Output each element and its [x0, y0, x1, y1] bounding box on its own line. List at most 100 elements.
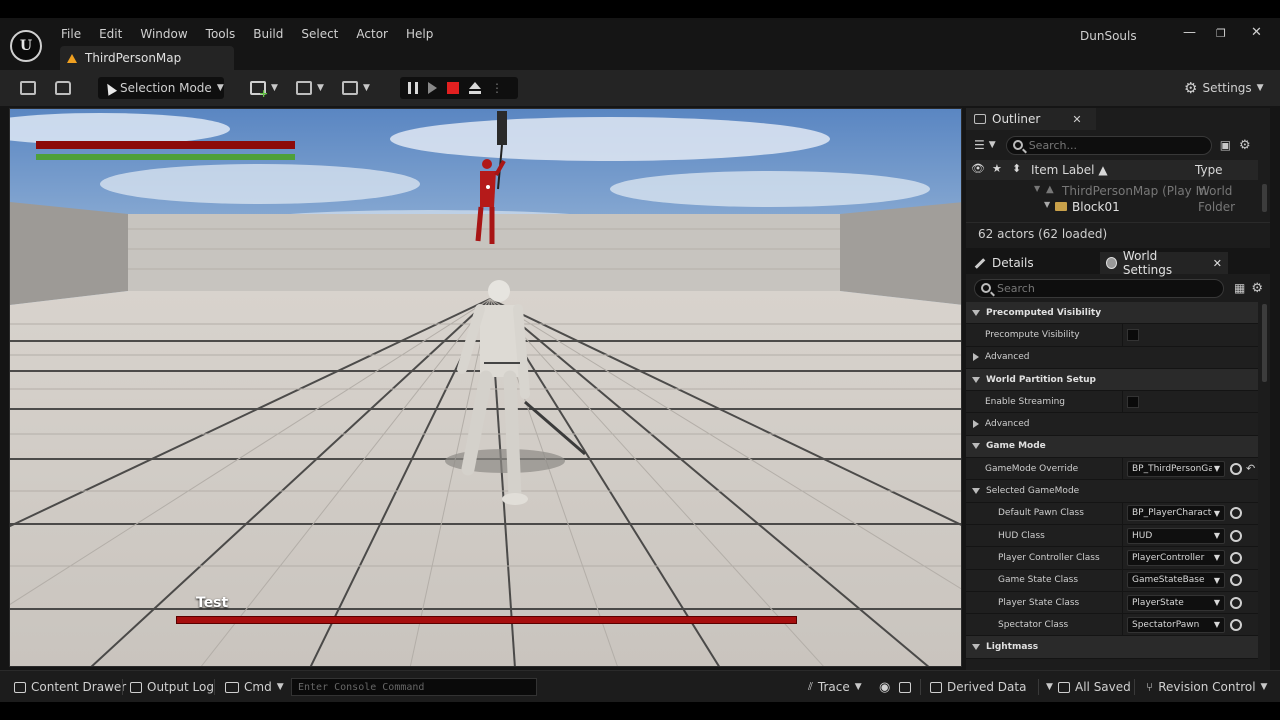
eye-icon[interactable]: 👁 — [971, 162, 985, 175]
hud-class-dropdown[interactable]: HUD ▼ — [1127, 527, 1225, 544]
expand-arrow-icon[interactable] — [972, 376, 980, 383]
map-tab[interactable]: ThirdPersonMap — [60, 46, 234, 70]
screenshot-button[interactable] — [899, 677, 911, 697]
all-saved-button[interactable]: All Saved — [1058, 677, 1131, 697]
selected-gamemode-row[interactable]: Selected GameMode — [966, 480, 1258, 503]
settings-button[interactable]: ⚙ Settings ▼ — [1184, 77, 1264, 99]
section-lightmass[interactable]: Lightmass — [966, 636, 1258, 659]
browse-asset-icon[interactable] — [1230, 618, 1242, 631]
chevron-down-icon[interactable]: ▼ — [989, 140, 996, 150]
level-viewport[interactable]: Test — [9, 108, 962, 667]
section-world-partition-setup[interactable]: World Partition Setup — [966, 368, 1258, 392]
outliner-search-input[interactable]: Search... — [1005, 135, 1212, 155]
property-label: Advanced — [985, 419, 1030, 430]
browse-asset-icon[interactable] — [1230, 507, 1242, 520]
tab-details[interactable]: Details — [968, 252, 1096, 274]
browse-button[interactable] — [55, 77, 71, 99]
add-folder-icon[interactable]: ▣ — [1220, 138, 1231, 152]
content-drawer-button[interactable]: Content Drawer — [14, 677, 126, 697]
details-tabs: Details World Settings ✕ — [966, 249, 1270, 277]
more-options-icon[interactable]: ⋮ — [491, 81, 503, 95]
star-icon[interactable]: ★ — [992, 162, 1002, 175]
browse-asset-icon[interactable] — [1230, 462, 1242, 475]
stop-icon[interactable] — [447, 82, 459, 94]
derived-data-button[interactable]: Derived Data — [930, 677, 1026, 697]
expand-arrow-icon[interactable] — [973, 420, 979, 429]
gamemode-override-dropdown[interactable]: BP_ThirdPersonGai ▼ — [1127, 460, 1225, 477]
add-actor-button[interactable]: + ▼ — [250, 77, 278, 100]
expand-arrow-icon[interactable]: ▼ — [1044, 200, 1050, 209]
enable-streaming-checkbox[interactable] — [1127, 395, 1139, 408]
menu-select[interactable]: Select — [292, 26, 347, 42]
derived-data-dropdown[interactable]: ▼ — [1046, 677, 1053, 697]
expand-arrow-icon[interactable]: ▼ — [1034, 184, 1040, 193]
blueprint-button[interactable]: ▼ — [296, 77, 324, 99]
outliner-scrollbar[interactable] — [1262, 184, 1267, 212]
browse-asset-icon[interactable] — [1230, 596, 1242, 609]
revision-control-label: Revision Control — [1158, 680, 1256, 694]
close-button[interactable]: ✕ — [1251, 25, 1262, 40]
browse-asset-icon[interactable] — [1230, 551, 1242, 564]
menu-help[interactable]: Help — [397, 26, 442, 42]
revision-control-button[interactable]: ⑂ Revision Control ▼ — [1146, 677, 1267, 697]
skip-frame-icon[interactable] — [428, 82, 437, 94]
tab-outliner[interactable]: Outliner ✕ — [966, 108, 1096, 130]
record-button[interactable]: ◉ — [879, 677, 890, 697]
menu-actor[interactable]: Actor — [347, 26, 397, 42]
gear-icon[interactable]: ⚙ — [1251, 281, 1263, 296]
trace-dropdown[interactable]: ⫽ Trace ▼ — [808, 677, 862, 697]
outliner-row[interactable]: ▼ ▲ ThirdPersonMap (Play In World — [966, 184, 1258, 200]
section-precomputed-visibility[interactable]: Precomputed Visibility — [966, 302, 1258, 325]
close-icon[interactable]: ✕ — [1213, 257, 1222, 270]
table-view-icon[interactable]: ▦ — [1234, 281, 1245, 295]
selection-mode-dropdown[interactable]: Selection Mode ▼ — [98, 77, 224, 99]
settings-label: Settings — [1202, 81, 1252, 95]
column-item-label[interactable]: Item Label ▲ — [1031, 163, 1108, 177]
precompute-visibility-checkbox[interactable] — [1127, 328, 1139, 341]
output-log-button[interactable]: Output Log — [130, 677, 214, 697]
reset-arrow-icon[interactable]: ↶ — [1246, 462, 1255, 475]
menu-build[interactable]: Build — [244, 26, 292, 42]
gear-icon[interactable]: ⚙ — [1239, 138, 1251, 153]
advanced-row[interactable]: Advanced — [966, 413, 1258, 436]
expand-arrow-icon[interactable] — [973, 353, 979, 362]
menu-window[interactable]: Window — [131, 26, 196, 42]
expand-arrow-icon[interactable] — [972, 488, 980, 495]
property-label: Precompute Visibility — [985, 329, 1080, 340]
pin-icon[interactable]: ⬍ — [1012, 162, 1021, 175]
folder-icon — [55, 81, 71, 95]
game-state-class-dropdown[interactable]: GameStateBase ▼ — [1127, 572, 1225, 589]
outliner-header: 👁 ★ ⬍ Item Label ▲ Type — [966, 160, 1258, 180]
column-type[interactable]: Type — [1195, 163, 1223, 177]
cinematics-button[interactable]: ▼ — [342, 77, 370, 99]
cmd-dropdown[interactable]: Cmd ▼ — [225, 677, 284, 697]
minimize-button[interactable]: — — [1183, 25, 1196, 40]
outliner-row[interactable]: ▼ Block01 Folder — [966, 200, 1258, 216]
expand-arrow-icon[interactable] — [972, 309, 980, 316]
property-label: Game State Class — [998, 575, 1079, 586]
eject-icon[interactable] — [469, 82, 481, 94]
console-command-input[interactable]: Enter Console Command — [291, 678, 537, 696]
unreal-logo-icon[interactable]: U — [10, 30, 42, 62]
details-search-input[interactable]: Search — [974, 278, 1224, 298]
menu-tools[interactable]: Tools — [197, 26, 245, 42]
menu-edit[interactable]: Edit — [90, 26, 131, 42]
player-state-class-dropdown[interactable]: PlayerState ▼ — [1127, 594, 1225, 611]
details-scrollbar[interactable] — [1262, 304, 1267, 382]
pause-icon[interactable] — [408, 82, 418, 94]
save-button[interactable] — [20, 77, 36, 99]
spectator-class-dropdown[interactable]: SpectatorPawn ▼ — [1127, 616, 1225, 633]
close-icon[interactable]: ✕ — [1072, 113, 1081, 126]
menu-file[interactable]: File — [52, 26, 90, 42]
advanced-row[interactable]: Advanced — [966, 346, 1258, 369]
default-pawn-class-dropdown[interactable]: BP_PlayerCharacte ▼ — [1127, 505, 1225, 522]
browse-asset-icon[interactable] — [1230, 529, 1242, 542]
expand-arrow-icon[interactable] — [972, 443, 980, 450]
section-game-mode[interactable]: Game Mode — [966, 435, 1258, 459]
filter-icon[interactable]: ☰ — [974, 138, 985, 152]
player-controller-class-dropdown[interactable]: PlayerController ▼ — [1127, 549, 1225, 566]
expand-arrow-icon[interactable] — [972, 644, 980, 651]
tab-world-settings[interactable]: World Settings ✕ — [1100, 249, 1228, 277]
restore-button[interactable]: ❐ — [1216, 27, 1226, 40]
browse-asset-icon[interactable] — [1230, 574, 1242, 587]
